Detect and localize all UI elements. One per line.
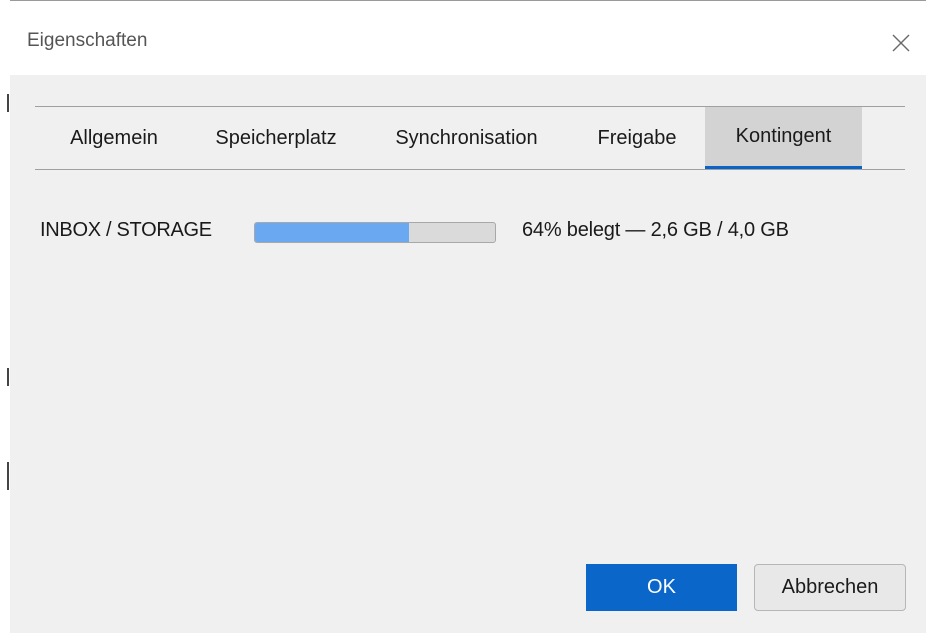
folder-label: INBOX / STORAGE: [40, 219, 212, 241]
title-bar: Eigenschaften: [10, 0, 926, 75]
tab-label: Allgemein: [70, 126, 158, 149]
tab-label: Kontingent: [735, 125, 832, 147]
tab-label: Speicherplatz: [215, 126, 337, 149]
dialog-title: Eigenschaften: [27, 30, 148, 51]
quota-progress-fill: [255, 223, 409, 242]
quota-summary: 64% belegt — 2,6 GB / 4,0 GB: [522, 219, 789, 241]
edge-mark: [7, 368, 9, 386]
tab-allgemein[interactable]: Allgemein: [43, 107, 185, 169]
tab-speicherplatz[interactable]: Speicherplatz: [191, 107, 361, 169]
ok-button-label: OK: [647, 576, 676, 598]
tab-bar: Allgemein Speicherplatz Synchronisation …: [35, 106, 905, 170]
quota-progress-bar: [254, 222, 496, 243]
background-window-edge: [0, 0, 10, 633]
cancel-button[interactable]: Abbrechen: [754, 564, 906, 611]
cancel-button-label: Abbrechen: [781, 576, 879, 598]
properties-dialog: Eigenschaften Allgemein Speicherplatz Sy…: [0, 0, 926, 633]
tab-label: Synchronisation: [395, 126, 538, 149]
close-icon: [892, 34, 910, 52]
tab-label: Freigabe: [597, 126, 677, 149]
tab-kontingent[interactable]: Kontingent: [705, 107, 862, 169]
edge-mark: [7, 462, 9, 490]
tab-freigabe[interactable]: Freigabe: [573, 107, 701, 169]
close-button[interactable]: [876, 14, 926, 72]
window-top-border: [10, 0, 926, 1]
ok-button[interactable]: OK: [586, 564, 737, 611]
edge-mark: [7, 94, 9, 112]
tab-synchronisation[interactable]: Synchronisation: [367, 107, 566, 169]
